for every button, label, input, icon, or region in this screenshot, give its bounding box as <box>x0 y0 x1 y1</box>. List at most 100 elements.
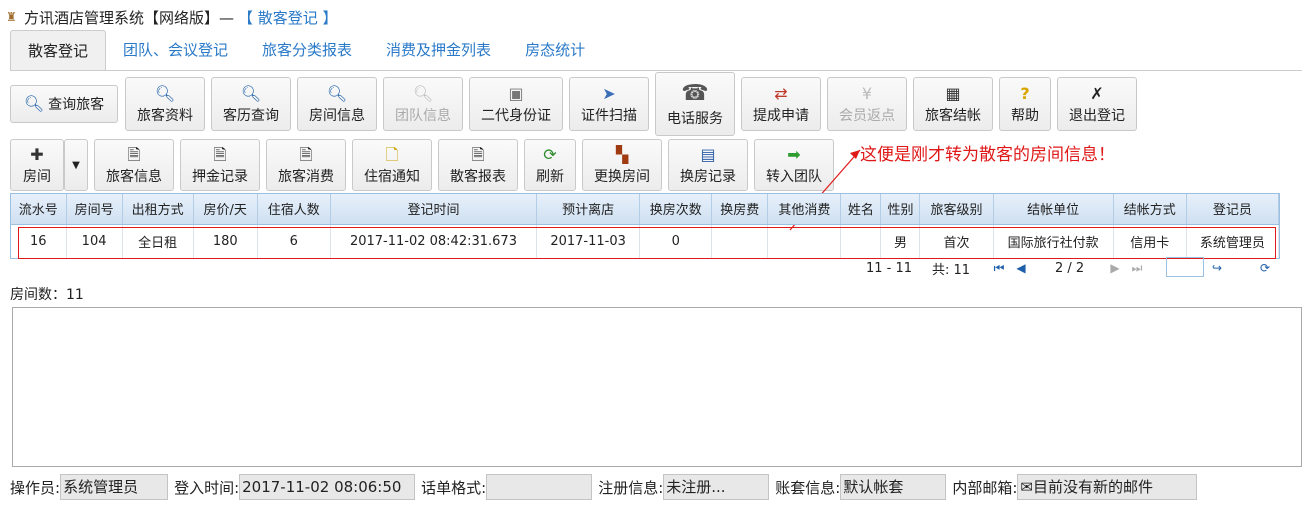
magnifier-icon: 🔍︎ <box>154 84 176 103</box>
col-header[interactable]: 登记员 <box>1186 194 1280 225</box>
pager-controls: ⏮ ◀ <box>992 258 1028 278</box>
magnifier-icon: 🔍︎ <box>326 84 348 103</box>
col-header[interactable]: 预计离店 <box>536 194 641 225</box>
scan-icon: ➤ <box>602 84 616 103</box>
col-header[interactable]: 出租方式 <box>122 194 194 225</box>
table-row[interactable]: 16 104 全日租 180 6 2017-11-02 08:42:31.673… <box>11 224 1280 258</box>
tab-bar: 散客登记 团队、会议登记 旅客分类报表 消费及押金列表 房态统计 <box>10 30 602 70</box>
guest-consumption-button[interactable]: 🗎︎ 旅客消费 <box>266 139 346 191</box>
col-header[interactable]: 结帐单位 <box>993 194 1114 225</box>
cell: 180 <box>193 224 258 258</box>
tab-category-report[interactable]: 旅客分类报表 <box>245 30 369 70</box>
plus-icon: ✚ <box>30 145 44 164</box>
refresh-icon[interactable]: ⟳ <box>1258 261 1272 275</box>
phone-icon: ☎ <box>681 81 709 106</box>
reg-value: 未注册... <box>663 474 770 500</box>
col-header[interactable]: 结帐方式 <box>1113 194 1187 225</box>
mail-label: 内部邮箱: <box>952 478 1018 497</box>
book-value: 默认帐套 <box>840 474 947 500</box>
help-button[interactable]: ? 帮助 <box>999 77 1051 131</box>
help-icon: ? <box>1020 84 1030 103</box>
room-dropdown-button[interactable]: ▼ <box>64 139 88 191</box>
tab-group[interactable]: 团队、会议登记 <box>106 30 245 70</box>
chevron-down-icon: ▼ <box>72 159 80 171</box>
tab-divider <box>10 70 1302 71</box>
page-jump-input[interactable] <box>1166 257 1204 277</box>
calculator-icon: ▦ <box>945 84 961 103</box>
cell: 男 <box>880 224 921 258</box>
cell: 2017-11-02 08:42:31.673 <box>330 224 538 258</box>
deposit-record-button[interactable]: 🗎︎ 押金记录 <box>180 139 260 191</box>
col-header[interactable]: 姓名 <box>840 194 882 225</box>
col-header[interactable]: 旅客级别 <box>919 194 994 225</box>
exit-button[interactable]: ✗ 退出登记 <box>1057 77 1137 131</box>
cell: 104 <box>66 224 123 258</box>
operator-label: 操作员: <box>10 478 61 497</box>
document-icon: 🗎︎ <box>299 145 313 164</box>
tab-walkin[interactable]: 散客登记 <box>10 30 107 70</box>
last-page-icon[interactable]: ⏭ <box>1130 261 1144 275</box>
col-header[interactable]: 性别 <box>880 194 921 225</box>
cell <box>840 224 882 258</box>
checkout-button[interactable]: ▦ 旅客结帐 <box>913 77 993 131</box>
prev-page-icon[interactable]: ◀ <box>1014 261 1028 275</box>
history-query-button[interactable]: 🔍︎ 客历查询 <box>211 77 291 131</box>
pager-range: 11 - 11 <box>866 260 913 276</box>
cell: 6 <box>257 224 331 258</box>
room-button[interactable]: ✚ 房间 <box>10 139 64 191</box>
walkin-report-button[interactable]: 🗎︎ 散客报表 <box>438 139 518 191</box>
col-header[interactable]: 其他消费 <box>767 194 842 225</box>
col-header[interactable]: 换房次数 <box>639 194 713 225</box>
col-header[interactable]: 房价/天 <box>193 194 258 225</box>
transfer-to-team-button[interactable]: ➡ 转入团队 <box>754 139 834 191</box>
cell: 信用卡 <box>1113 224 1187 258</box>
pager-page: 2 / 2 <box>1055 260 1085 276</box>
room-info-button[interactable]: 🔍︎ 房间信息 <box>297 77 377 131</box>
col-header[interactable]: 房间号 <box>66 194 123 225</box>
room-change-log-button[interactable]: ▤ 换房记录 <box>668 139 748 191</box>
report-icon: 🗎︎ <box>471 145 485 164</box>
annotation-text: 这便是刚才转为散客的房间信息！ <box>860 145 1115 165</box>
operator-value: 系统管理员 <box>60 474 169 500</box>
col-header[interactable]: 流水号 <box>11 194 67 225</box>
mail-value[interactable]: ✉目前没有新的邮件 <box>1017 474 1198 500</box>
refresh-icon: ⟳ <box>543 145 557 164</box>
col-header[interactable]: 住宿人数 <box>257 194 331 225</box>
change-room-button[interactable]: ▚ 更换房间 <box>582 139 662 191</box>
col-header[interactable]: 登记时间 <box>330 194 538 225</box>
close-icon: ✗ <box>1090 84 1104 103</box>
go-icon[interactable]: ↪ <box>1210 261 1224 275</box>
document-icon: 🗎︎ <box>127 145 141 164</box>
guest-info-button[interactable]: 🗎︎ 旅客信息 <box>94 139 174 191</box>
next-page-icon[interactable]: ▶ <box>1108 261 1122 275</box>
stay-notice-button[interactable]: 🗋︎ 住宿通知 <box>352 139 432 191</box>
member-rebate-button[interactable]: ¥ 会员返点 <box>827 77 907 131</box>
room-icon: ▚ <box>615 145 629 164</box>
login-value: 2017-11-02 08:06:50 <box>239 474 416 500</box>
status-bar: 操作员: 系统管理员 登入时间: 2017-11-02 08:06:50 话单格… <box>10 474 1203 500</box>
cell: 全日租 <box>122 224 194 258</box>
col-header[interactable]: 换房费 <box>711 194 769 225</box>
detail-panel <box>12 307 1302 467</box>
cell: 首次 <box>919 224 994 258</box>
commission-request-button[interactable]: ⇄ 提成申请 <box>741 77 821 131</box>
list-icon: ▤ <box>700 145 716 164</box>
guest-profile-button[interactable]: 🔍︎ 旅客资料 <box>125 77 205 131</box>
refresh-button[interactable]: ⟳ 刷新 <box>524 139 576 191</box>
magnifier-icon: 🔍︎ <box>23 94 45 113</box>
cell <box>711 224 769 258</box>
tab-room-status[interactable]: 房态统计 <box>508 30 602 70</box>
team-info-button[interactable]: 🔍︎ 团队信息 <box>383 77 463 131</box>
first-page-icon[interactable]: ⏮ <box>992 261 1006 275</box>
yen-icon: ¥ <box>861 84 873 103</box>
room-count: 房间数：11 <box>10 287 84 303</box>
tab-consumption[interactable]: 消费及押金列表 <box>369 30 508 70</box>
arrow-right-icon: ➡ <box>787 145 801 164</box>
document-icon: 🗎︎ <box>213 145 227 164</box>
reg-label: 注册信息: <box>598 478 664 497</box>
pager-refresh: ⟳ <box>1258 258 1272 278</box>
id-card-button[interactable]: ▣ 二代身份证 <box>469 77 563 131</box>
search-guest-button[interactable]: 🔍︎ 查询旅客 <box>10 85 118 123</box>
phone-service-button[interactable]: ☎ 电话服务 <box>655 72 735 136</box>
document-scan-button[interactable]: ➤ 证件扫描 <box>569 77 649 131</box>
